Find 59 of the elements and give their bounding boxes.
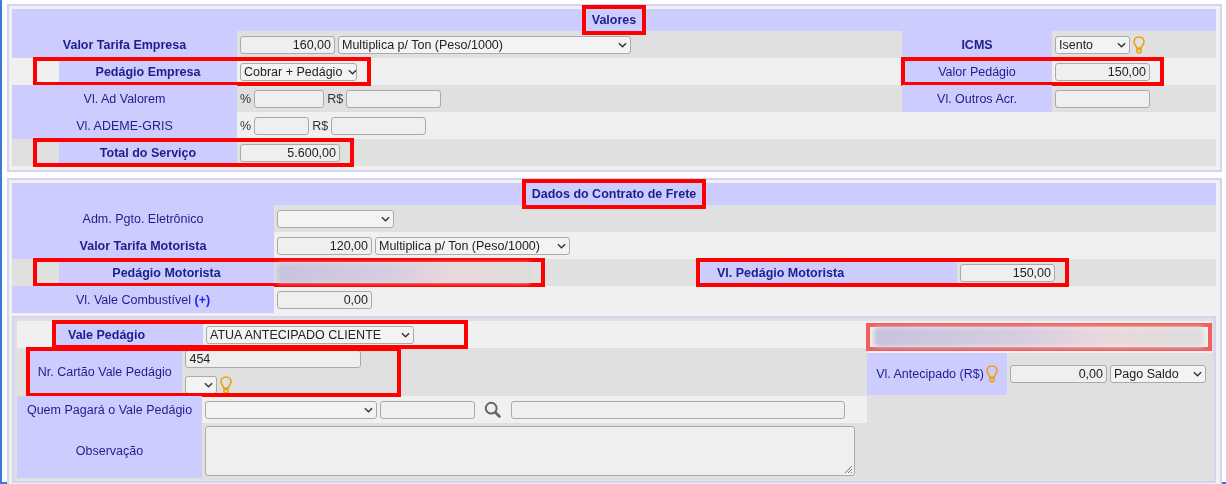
unit-label: % xyxy=(240,118,252,133)
number-field[interactable]: 160,00 xyxy=(240,35,335,54)
caret-icon xyxy=(204,382,214,388)
text-area[interactable] xyxy=(205,425,855,476)
dropdown[interactable]: Isento xyxy=(1055,35,1130,54)
field-label: Vl. Outros Acr. xyxy=(937,91,1017,106)
unit-label: R$ xyxy=(312,118,329,133)
field-label: Nr. Cartão Vale Pedágio xyxy=(37,365,172,379)
caret-icon xyxy=(348,68,358,75)
search-icon[interactable] xyxy=(484,400,502,419)
number-field[interactable] xyxy=(346,89,442,108)
dropdown[interactable]: Multiplica p/ Ton (Peso/1000) xyxy=(375,236,570,255)
field-label: Vl. Pedágio Motorista xyxy=(717,265,845,280)
field-label: Observação xyxy=(75,443,144,458)
lightbulb-icon[interactable] xyxy=(985,365,998,383)
number-field[interactable]: 150,00 xyxy=(1055,62,1150,81)
unit-label: R$ xyxy=(327,91,344,106)
field-label: Adm. Pgto. Eletrônico xyxy=(82,211,204,226)
caret-icon xyxy=(618,41,627,48)
unit-label: % xyxy=(240,91,252,106)
number-field[interactable]: 0,00 xyxy=(1010,365,1107,383)
dropdown[interactable] xyxy=(185,376,218,394)
lightbulb-icon[interactable] xyxy=(220,376,233,394)
field-label: Vl. Antecipado (R$) xyxy=(876,367,984,381)
number-field[interactable]: 120,00 xyxy=(277,236,372,255)
field-label: Quem Pagará o Vale Pedágio xyxy=(26,402,193,417)
text-field[interactable]: 454 xyxy=(185,350,362,368)
dropdown[interactable]: ATUA ANTECIPADO CLIENTE xyxy=(206,325,414,344)
number-field[interactable]: 0,00 xyxy=(277,290,372,309)
caret-icon xyxy=(401,331,410,338)
caret-icon xyxy=(557,242,566,249)
field-label: Pedágio Empresa xyxy=(95,64,201,79)
number-field[interactable] xyxy=(254,89,325,108)
field-label: Total do Serviço xyxy=(99,145,197,160)
text-field[interactable] xyxy=(380,400,475,419)
field-label: Valor Pedágio xyxy=(938,64,1016,79)
field-label: Vl. Vale Combustível (+) xyxy=(75,292,211,307)
field-label: Valor Tarifa Empresa xyxy=(62,37,187,52)
caret-icon xyxy=(364,406,373,413)
number-field[interactable] xyxy=(331,116,427,135)
caret-icon xyxy=(1117,41,1126,48)
field-label: Pedágio Motorista xyxy=(112,265,221,280)
resize-grip-icon[interactable] xyxy=(843,463,853,474)
field-label: Vale Pedágio xyxy=(68,327,146,342)
number-field[interactable] xyxy=(1055,89,1150,108)
dropdown[interactable]: Cobrar + Pedágio xyxy=(240,62,357,81)
field-label: Vl. Ad Valorem xyxy=(83,91,166,106)
lightbulb-icon[interactable] xyxy=(1133,35,1145,54)
number-field[interactable]: 150,00 xyxy=(960,263,1055,282)
field-label: ICMS xyxy=(961,37,993,52)
number-field[interactable] xyxy=(254,116,310,135)
text-field[interactable] xyxy=(511,400,845,419)
caret-icon xyxy=(381,215,390,222)
caret-icon xyxy=(1193,371,1202,377)
dropdown[interactable]: Multiplica p/ Ton (Peso/1000) xyxy=(338,35,631,54)
dropdown[interactable]: Pago Saldo xyxy=(1110,365,1206,383)
field-label: Vl. ADEME-GRIS xyxy=(76,118,173,133)
field-label: Valor Tarifa Motorista xyxy=(79,238,207,253)
number-field[interactable]: 5.600,00 xyxy=(240,143,340,162)
